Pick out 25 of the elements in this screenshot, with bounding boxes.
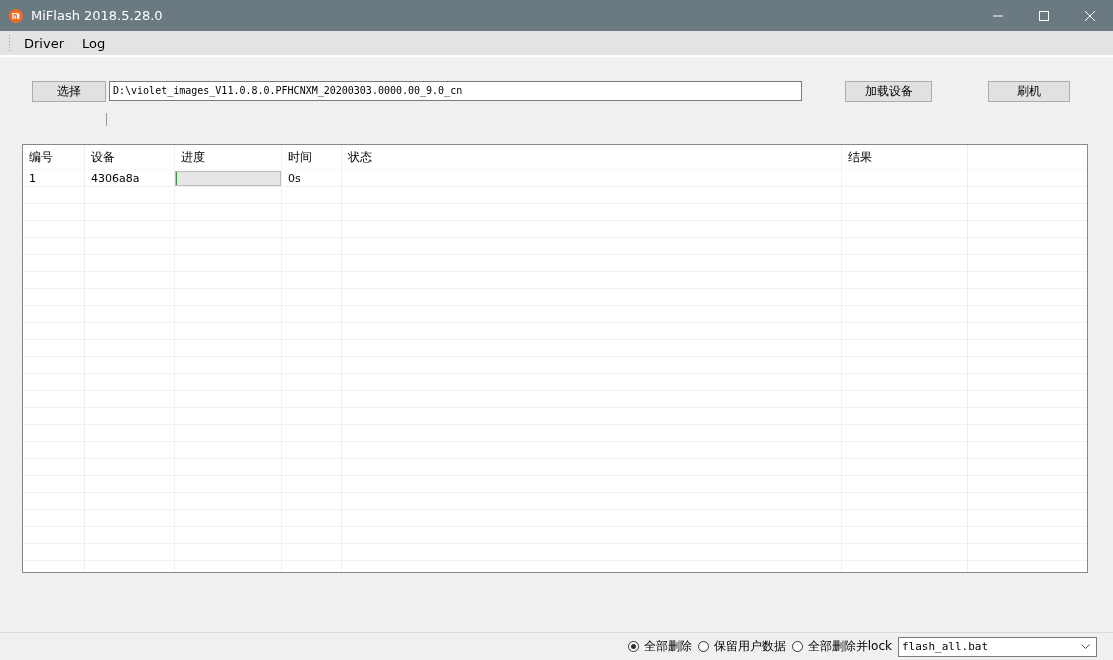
table-cell: 0s <box>288 171 301 185</box>
menu-item[interactable]: Log <box>73 35 115 51</box>
column-header[interactable]: 时间 <box>288 148 312 166</box>
script-dropdown[interactable]: flash_all.bat <box>898 636 1097 657</box>
select-button[interactable]: 选择 <box>32 80 106 102</box>
column-header[interactable]: 结果 <box>848 148 872 166</box>
maximize-icon[interactable] <box>1039 10 1049 21</box>
column-header[interactable]: 设备 <box>91 148 115 166</box>
load-devices-button[interactable]: 加载设备 <box>845 80 932 102</box>
window-title: MiFlash 2018.5.28.0 <box>31 8 163 23</box>
column-header[interactable]: 编号 <box>29 148 53 166</box>
table-cell: 1 <box>29 171 36 185</box>
chevron-down-icon <box>1081 644 1090 649</box>
radio-option[interactable]: 全部删除并lock <box>791 638 892 655</box>
app-logo-icon <box>9 8 23 23</box>
close-icon[interactable] <box>1085 10 1095 21</box>
column-header[interactable]: 状态 <box>348 148 372 166</box>
table-cell: 4306a8a <box>91 171 140 185</box>
radio-option[interactable]: 保留用户数据 <box>697 638 786 655</box>
column-header[interactable]: 进度 <box>181 148 205 166</box>
grip-icon <box>8 35 11 51</box>
path-field[interactable]: D:\violet_images_V11.0.8.0.PFHCNXM_20200303.0000.00_9.0_cn <box>109 81 802 101</box>
radio-option[interactable]: 全部删除 <box>627 638 692 655</box>
menu-item[interactable]: Driver <box>15 35 73 51</box>
flash-button[interactable]: 刷机 <box>988 80 1070 102</box>
